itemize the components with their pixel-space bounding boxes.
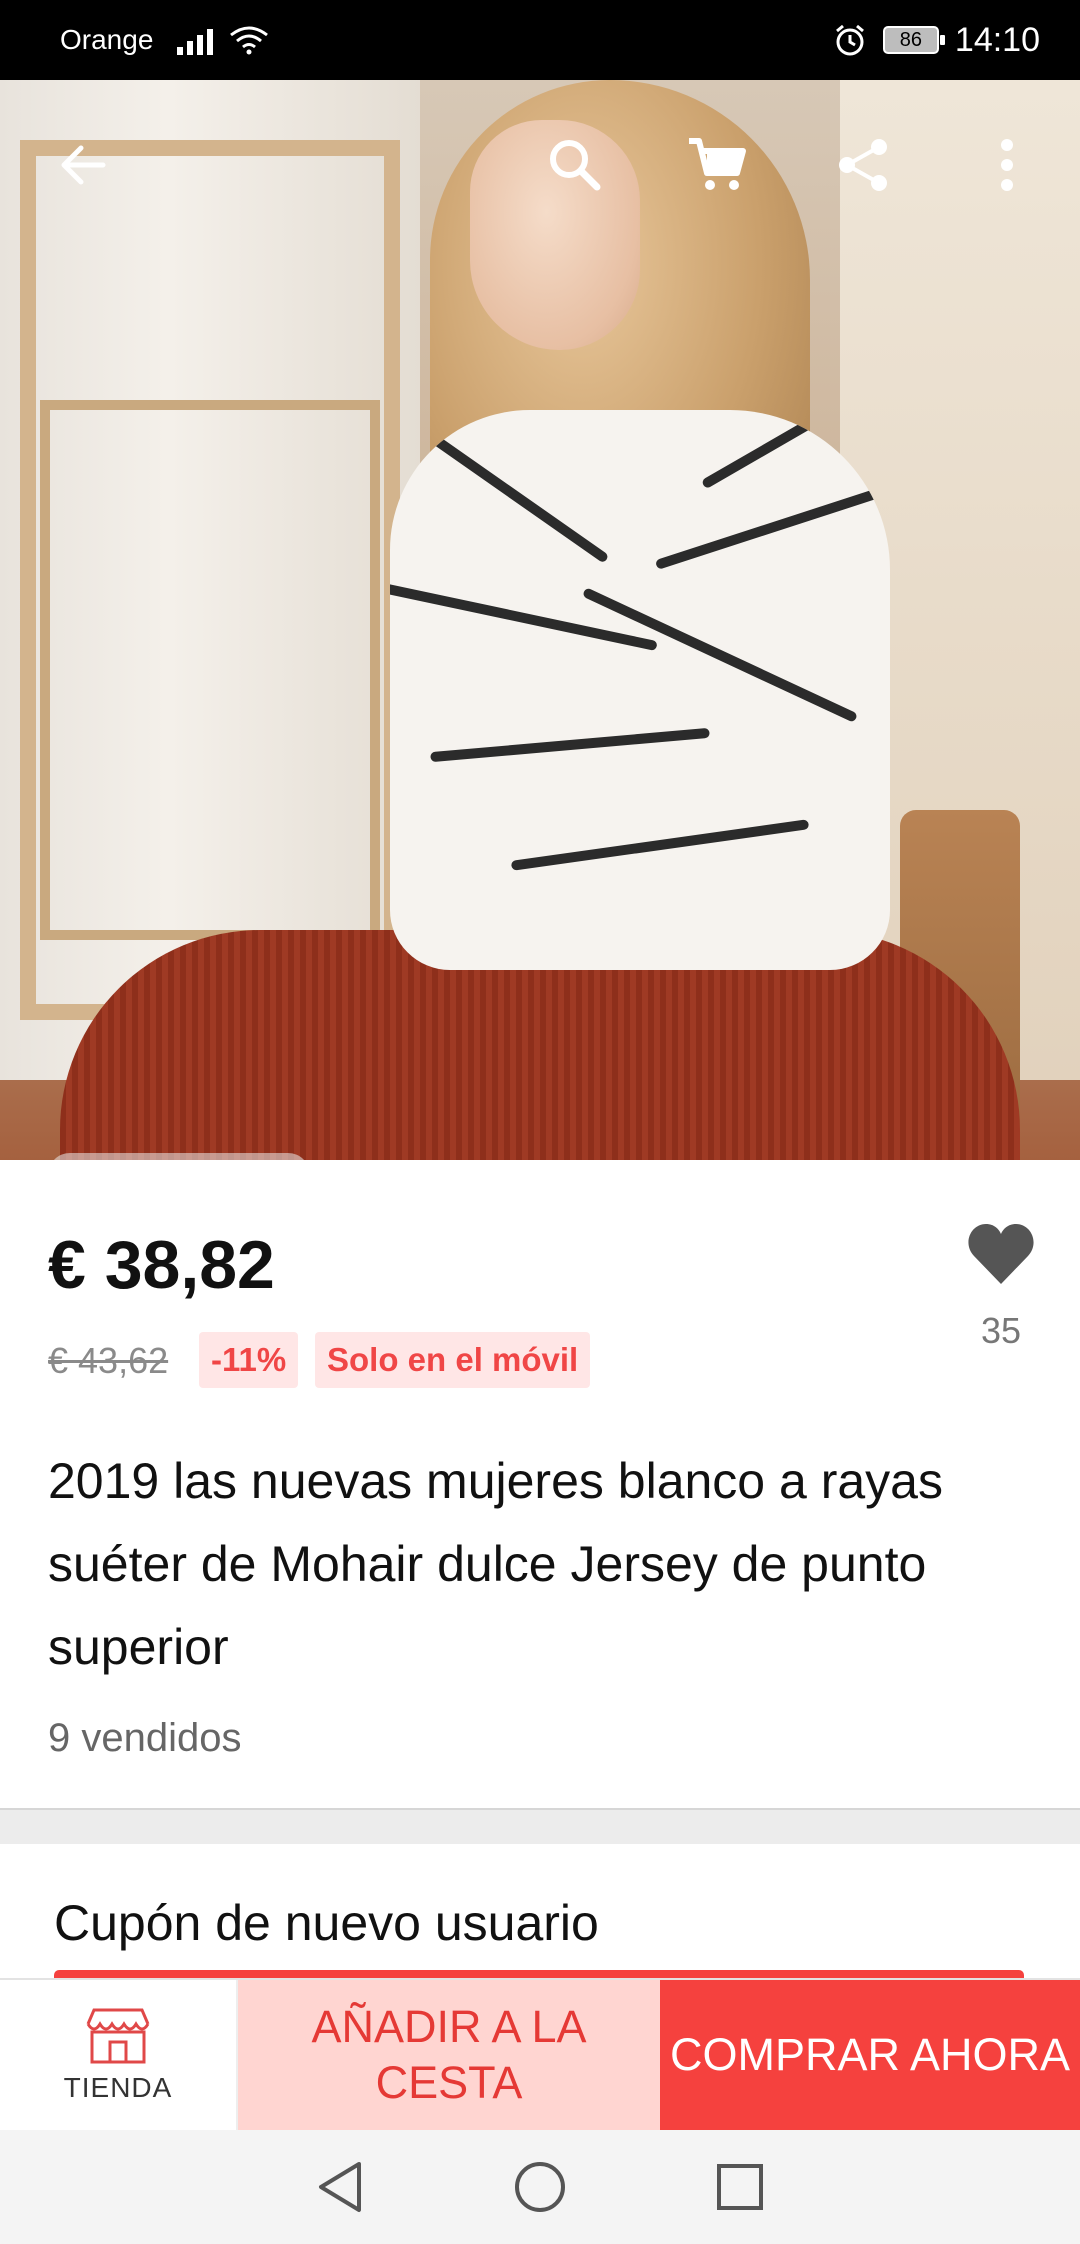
store-button[interactable]: TIENDA — [0, 1980, 238, 2130]
clock: 14:10 — [954, 20, 1040, 59]
alarm-icon — [835, 24, 864, 56]
battery-icon: 86 — [882, 26, 945, 54]
original-price: € 43,62 — [48, 1340, 169, 1381]
wishlist-heart-icon[interactable] — [966, 1222, 1036, 1286]
coupon-section[interactable]: Cupón de nuevo usuario — [0, 1844, 1080, 1984]
back-arrow-icon[interactable] — [48, 130, 118, 200]
more-vert-icon[interactable] — [972, 130, 1042, 200]
wishlist-count: 35 — [980, 1310, 1022, 1351]
buy-now-button[interactable]: COMPRAR AHORA — [660, 1980, 1080, 2130]
image-pagination — [48, 1153, 310, 1160]
system-nav-bar — [0, 2130, 1080, 2244]
price: € 38,82 — [48, 1227, 275, 1303]
signal-icon — [177, 25, 214, 55]
product-info: € 38,82 € 43,62 -11% Solo en el móvil 35… — [0, 1160, 1080, 1810]
nav-home-icon[interactable] — [510, 2157, 570, 2217]
coupon-title: Cupón de nuevo usuario — [54, 1895, 599, 1951]
section-divider — [0, 1808, 1080, 1844]
product-title: 2019 las nuevas mujeres blanco a rayas s… — [48, 1453, 943, 1675]
share-icon[interactable] — [828, 130, 898, 200]
carrier-name: Orange — [60, 24, 154, 55]
search-icon[interactable] — [540, 130, 610, 200]
battery-level: 86 — [899, 28, 923, 51]
discount-badge: -11% — [199, 1332, 299, 1388]
top-bar — [0, 80, 1080, 250]
mobile-only-badge: Solo en el móvil — [315, 1332, 591, 1388]
nav-back-icon[interactable] — [310, 2157, 370, 2217]
status-bar: Orange 86 14:10 — [0, 0, 1080, 80]
bottom-action-bar: TIENDA AÑADIR A LA CESTA COMPRAR AHORA — [0, 1978, 1080, 2130]
store-icon — [86, 2008, 150, 2064]
sold-count: 9 vendidos — [48, 1716, 242, 1760]
store-label: TIENDA — [63, 2072, 173, 2103]
add-to-cart-button[interactable]: AÑADIR A LA CESTA — [238, 1980, 660, 2130]
sweater — [390, 410, 890, 970]
wifi-icon — [230, 26, 269, 55]
cart-icon[interactable] — [682, 130, 752, 200]
nav-recents-icon[interactable] — [710, 2157, 770, 2217]
